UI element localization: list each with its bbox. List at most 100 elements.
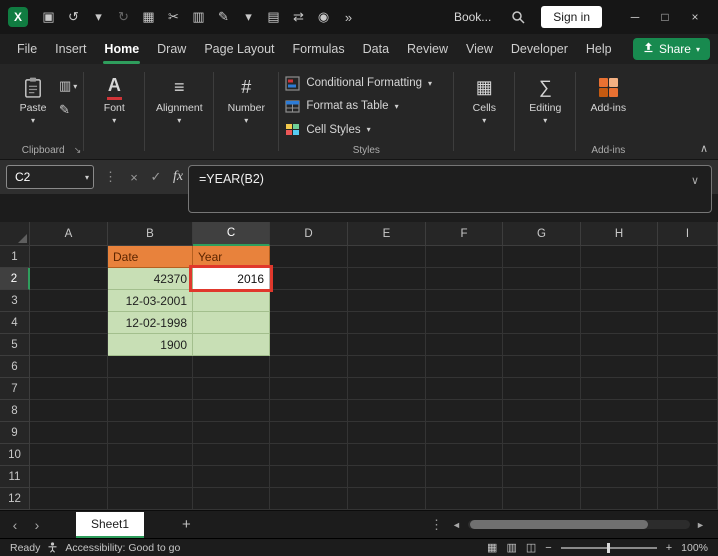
cell-E9[interactable]: [348, 422, 426, 444]
cell-H7[interactable]: [581, 378, 658, 400]
cell-G10[interactable]: [503, 444, 581, 466]
save-icon[interactable]: ▣: [36, 5, 61, 29]
cell-B12[interactable]: [108, 488, 193, 510]
cell-F12[interactable]: [426, 488, 503, 510]
cell-C8[interactable]: [193, 400, 270, 422]
page-break-view-button[interactable]: ◫: [526, 541, 536, 554]
zoom-level[interactable]: 100%: [681, 542, 708, 554]
row-header-10[interactable]: 10: [0, 444, 30, 466]
font-button[interactable]: A Font ▾: [90, 70, 138, 141]
row-header-1[interactable]: 1: [0, 246, 30, 268]
row-header-12[interactable]: 12: [0, 488, 30, 510]
undo-dropdown-icon[interactable]: ▾: [86, 5, 111, 29]
cell-G5[interactable]: [503, 334, 581, 356]
tab-view[interactable]: View: [457, 34, 502, 64]
cell-I4[interactable]: [658, 312, 718, 334]
cell-G2[interactable]: [503, 268, 581, 290]
insert-function-button[interactable]: fx: [167, 169, 189, 185]
zoom-slider[interactable]: [560, 542, 657, 553]
column-header-H[interactable]: H: [581, 222, 658, 246]
tab-formulas[interactable]: Formulas: [284, 34, 354, 64]
cell-G9[interactable]: [503, 422, 581, 444]
cell-D2[interactable]: [270, 268, 348, 290]
cell-D8[interactable]: [270, 400, 348, 422]
cell-G12[interactable]: [503, 488, 581, 510]
cell-G3[interactable]: [503, 290, 581, 312]
cell-D5[interactable]: [270, 334, 348, 356]
cell-B1[interactable]: Date: [108, 246, 193, 268]
cell-B2[interactable]: 42370: [108, 268, 193, 290]
tab-file[interactable]: File: [8, 34, 46, 64]
share-button[interactable]: Share ▾: [632, 38, 710, 60]
redo-icon[interactable]: ↻: [111, 5, 136, 29]
cell-A2[interactable]: [30, 268, 108, 290]
clipboard-icon[interactable]: ▤: [261, 5, 286, 29]
cell-A11[interactable]: [30, 466, 108, 488]
cell-H3[interactable]: [581, 290, 658, 312]
cell-D1[interactable]: [270, 246, 348, 268]
cell-A4[interactable]: [30, 312, 108, 334]
cell-B4[interactable]: 12-02-1998: [108, 312, 193, 334]
cell-G11[interactable]: [503, 466, 581, 488]
cell-E3[interactable]: [348, 290, 426, 312]
accessibility-status[interactable]: Accessibility: Good to go: [65, 542, 180, 554]
sheet-tab-sheet1[interactable]: Sheet1: [76, 511, 145, 538]
row-header-2[interactable]: 2: [0, 268, 30, 290]
cell-F1[interactable]: [426, 246, 503, 268]
switch-windows-icon[interactable]: ⇄: [286, 5, 311, 29]
cell-E4[interactable]: [348, 312, 426, 334]
cell-I11[interactable]: [658, 466, 718, 488]
cell-A8[interactable]: [30, 400, 108, 422]
cell-styles-button[interactable]: Cell Styles ▾: [285, 119, 432, 141]
cut-icon[interactable]: ✂: [161, 5, 186, 29]
column-header-B[interactable]: B: [108, 222, 193, 246]
cell-B9[interactable]: [108, 422, 193, 444]
cell-C6[interactable]: [193, 356, 270, 378]
collapse-ribbon-button[interactable]: ∧: [700, 142, 708, 155]
format-painter-icon[interactable]: ✎: [211, 5, 236, 29]
cell-C10[interactable]: [193, 444, 270, 466]
cell-C1[interactable]: Year: [193, 246, 270, 268]
cells-button[interactable]: ▦ Cells ▾: [460, 70, 508, 141]
horizontal-scrollbar-thumb[interactable]: [470, 520, 648, 529]
cell-B11[interactable]: [108, 466, 193, 488]
cell-C3[interactable]: [193, 290, 270, 312]
format-as-table-button[interactable]: Format as Table ▾: [285, 95, 432, 117]
column-header-A[interactable]: A: [30, 222, 108, 246]
tab-insert[interactable]: Insert: [46, 34, 95, 64]
cell-C4[interactable]: [193, 312, 270, 334]
cell-F10[interactable]: [426, 444, 503, 466]
cell-F11[interactable]: [426, 466, 503, 488]
zoom-out-button[interactable]: −: [545, 542, 551, 554]
scroll-right-arrow-icon[interactable]: ►: [696, 520, 705, 530]
sign-in-button[interactable]: Sign in: [541, 6, 602, 28]
new-sheet-button[interactable]: +: [182, 516, 191, 533]
cell-I7[interactable]: [658, 378, 718, 400]
cell-D3[interactable]: [270, 290, 348, 312]
addins-button[interactable]: Add-ins: [582, 70, 634, 141]
cell-B10[interactable]: [108, 444, 193, 466]
formula-input[interactable]: =YEAR(B2) ∨: [188, 165, 712, 213]
cell-A6[interactable]: [30, 356, 108, 378]
status-mode[interactable]: Ready: [10, 542, 40, 554]
row-header-11[interactable]: 11: [0, 466, 30, 488]
row-header-7[interactable]: 7: [0, 378, 30, 400]
cell-D7[interactable]: [270, 378, 348, 400]
cell-E11[interactable]: [348, 466, 426, 488]
cell-H1[interactable]: [581, 246, 658, 268]
tab-home[interactable]: Home: [95, 34, 148, 64]
row-header-9[interactable]: 9: [0, 422, 30, 444]
cell-C5[interactable]: [193, 334, 270, 356]
horizontal-scrollbar[interactable]: [468, 520, 690, 529]
cell-G6[interactable]: [503, 356, 581, 378]
cell-I9[interactable]: [658, 422, 718, 444]
cell-A12[interactable]: [30, 488, 108, 510]
cancel-button[interactable]: ×: [123, 170, 145, 185]
cell-F5[interactable]: [426, 334, 503, 356]
conditional-formatting-button[interactable]: Conditional Formatting ▾: [285, 72, 432, 94]
alignment-button[interactable]: ≡ Alignment ▾: [151, 70, 207, 141]
cell-E6[interactable]: [348, 356, 426, 378]
cell-H6[interactable]: [581, 356, 658, 378]
number-button[interactable]: # Number ▾: [220, 70, 272, 141]
cell-F2[interactable]: [426, 268, 503, 290]
